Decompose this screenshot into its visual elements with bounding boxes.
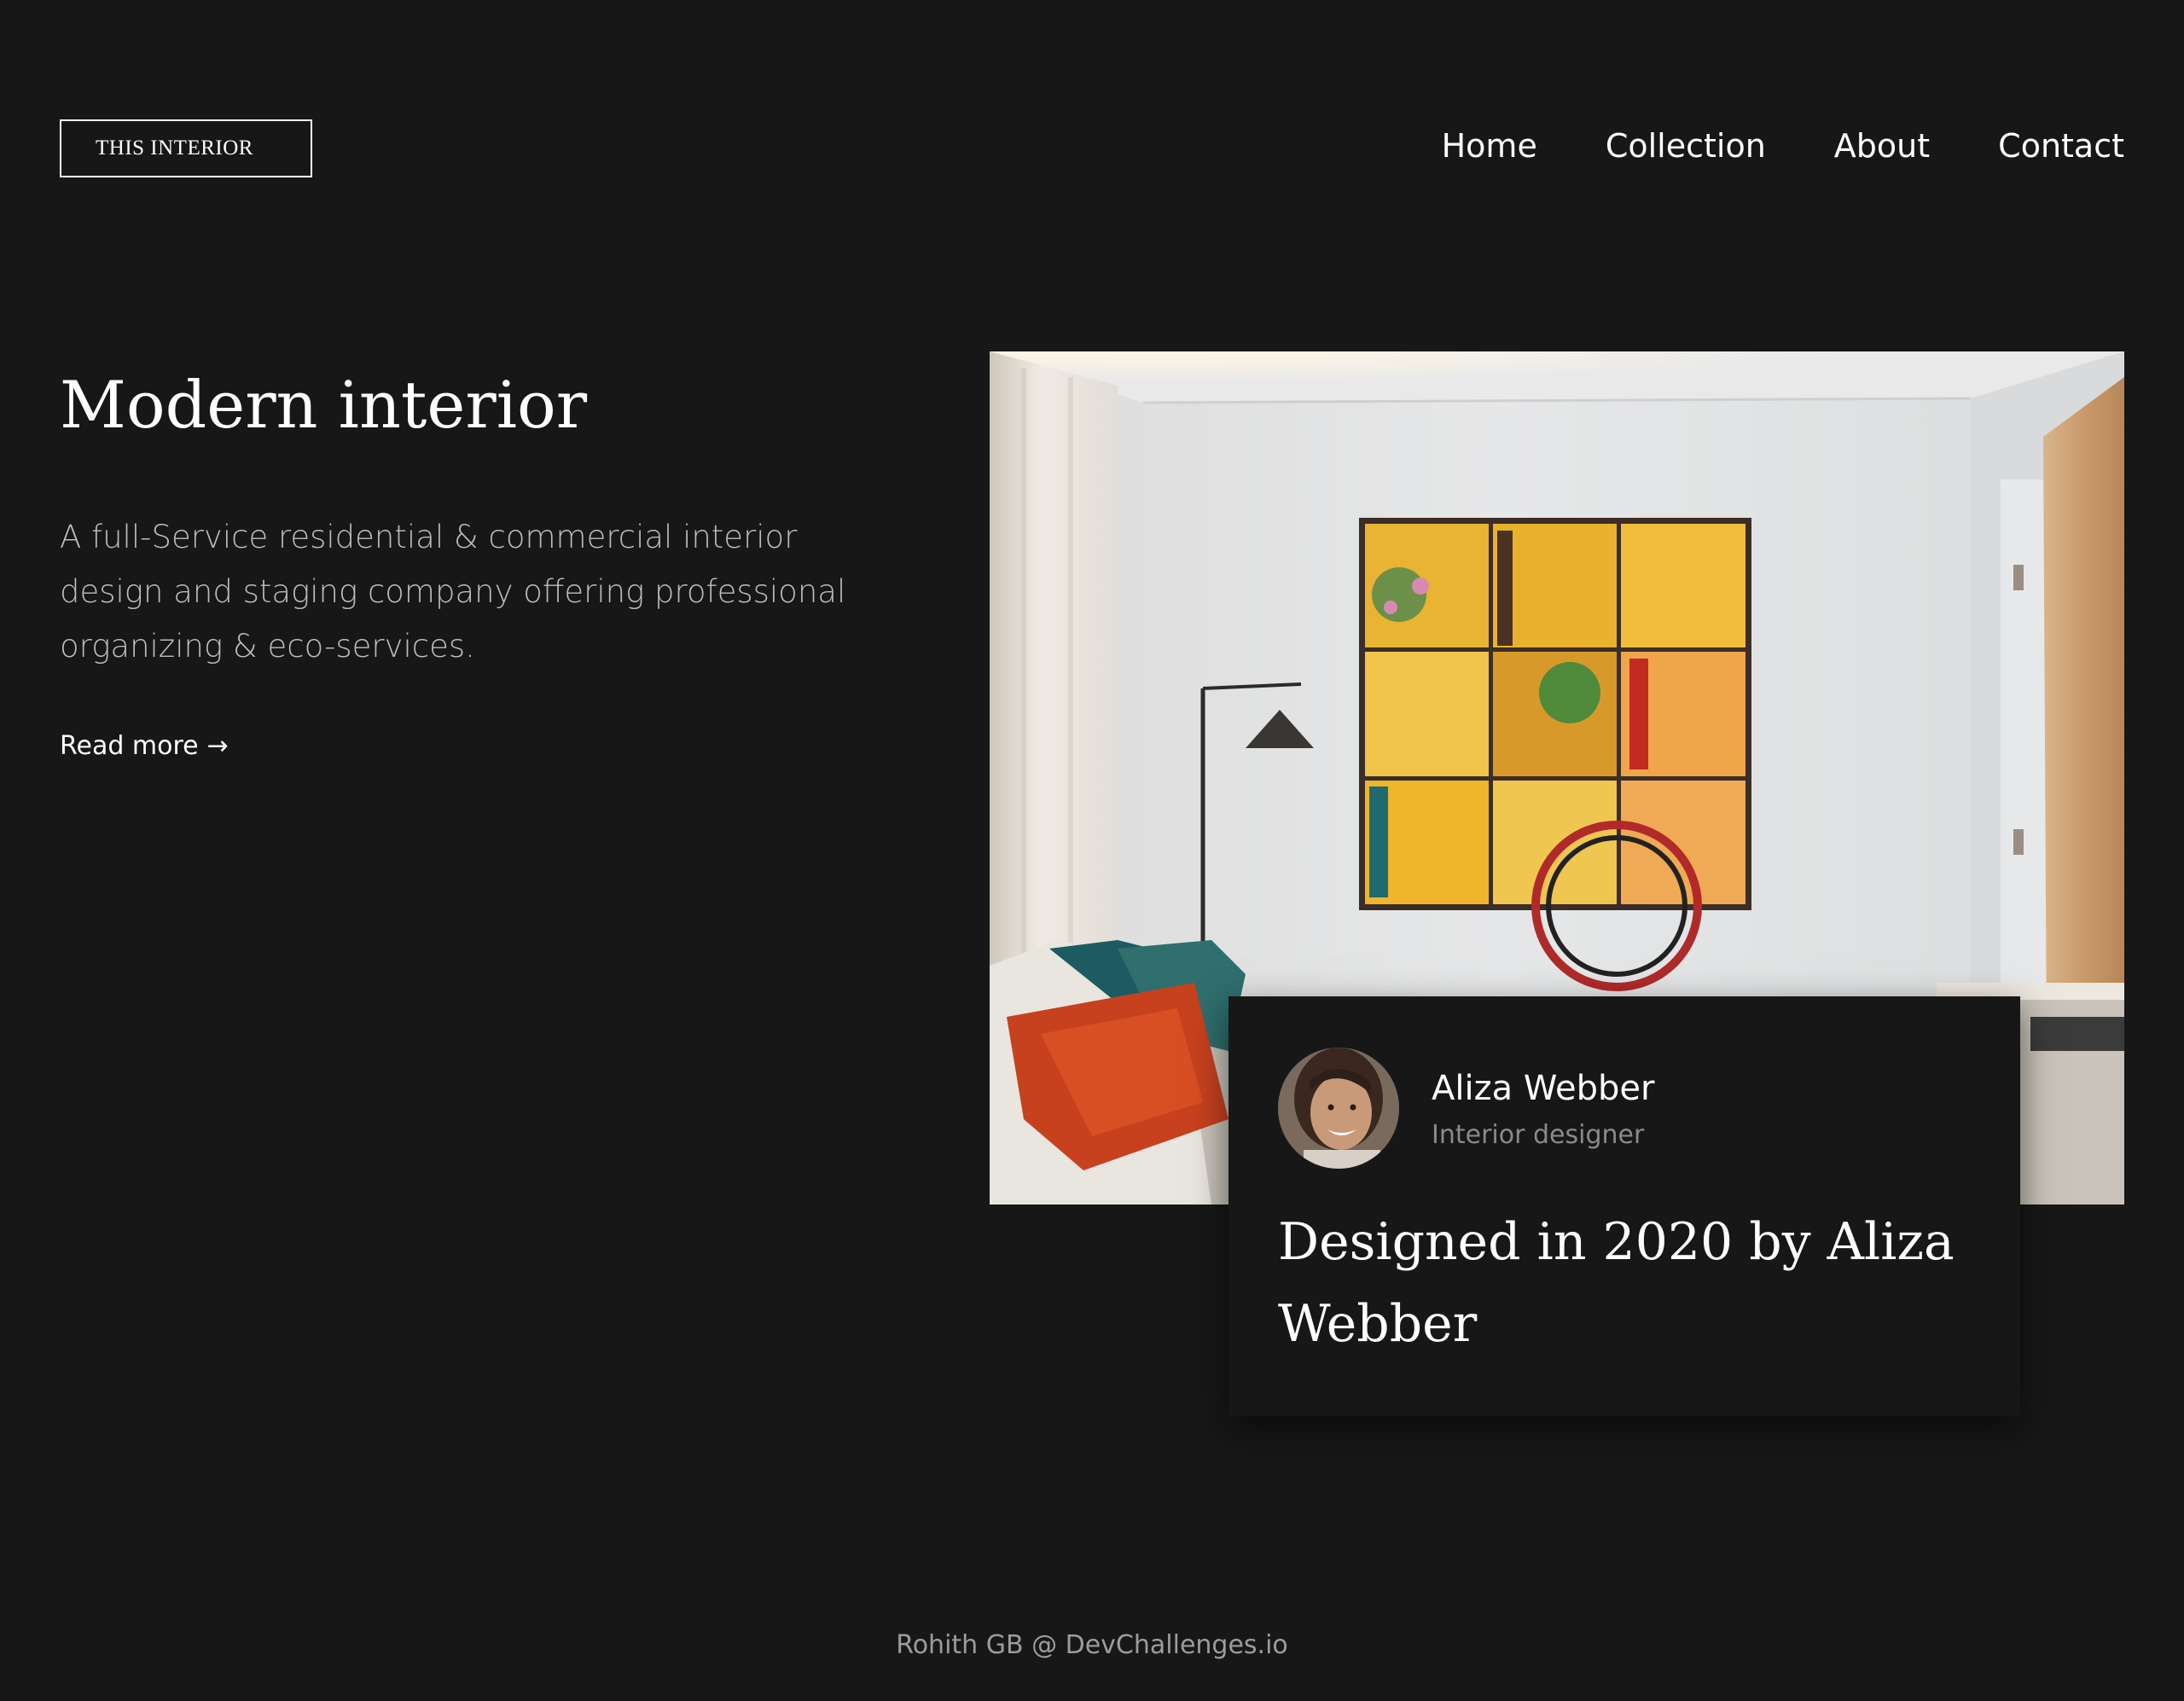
designer-role: Interior designer: [1432, 1120, 1645, 1150]
nav-contact[interactable]: Contact: [1998, 124, 2124, 168]
logo-text: THIS INTERIOR: [96, 136, 253, 160]
footer: Rohith GB @ DevChallenges.io: [0, 1625, 2184, 1666]
arrow-right-icon: →: [206, 731, 229, 761]
designer-name: Aliza Webber: [1432, 1069, 1655, 1108]
card-title: Designed in 2020 by Aliza Webber: [1278, 1212, 1955, 1354]
nav-collection[interactable]: Collection: [1606, 124, 1766, 168]
hero-description: A full-Service residential & commercial …: [60, 519, 846, 665]
hero-title: Modern interior: [60, 367, 588, 443]
nav-about[interactable]: About: [1834, 124, 1930, 168]
designer-avatar: [1278, 1048, 1399, 1169]
logo[interactable]: THIS INTERIOR: [60, 119, 312, 177]
main-nav: Home Collection About Contact: [1442, 124, 2124, 168]
nav-home[interactable]: Home: [1442, 124, 1537, 168]
read-more-link[interactable]: Read more →: [60, 725, 229, 768]
designer-card: Aliza Webber Interior designer Designed …: [1228, 996, 2020, 1416]
footer-credit: Rohith GB @ DevChallenges.io: [896, 1630, 1288, 1660]
read-more-label: Read more: [60, 731, 199, 761]
